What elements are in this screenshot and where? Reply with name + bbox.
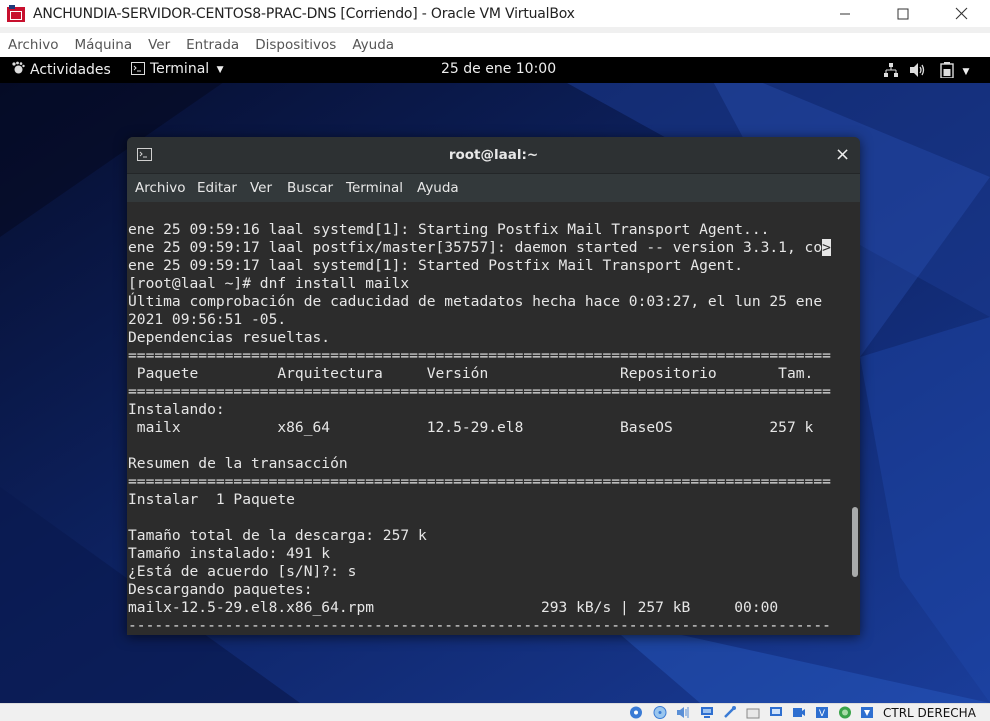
terminal-scrollbar-thumb[interactable] <box>852 507 858 577</box>
terminal-app-menu[interactable]: Terminal ▼ <box>131 61 224 77</box>
network-adapter-icon[interactable] <box>700 706 714 719</box>
virtualbox-app-icon <box>6 4 26 24</box>
terminal-line: ¿Está de acuerdo [s/N]?: s <box>128 563 357 580</box>
hard-disk-icon[interactable] <box>629 706 643 719</box>
terminal-line: mailx-12.5-29.el8.x86_64.rpm 293 kB/s | … <box>128 599 779 616</box>
vb-menu-archivo[interactable]: Archivo <box>8 37 58 53</box>
terminal-icon <box>131 62 145 75</box>
gnome-foot-icon <box>12 61 25 74</box>
terminal-line: Tamaño total de la descarga: 257 k <box>128 527 427 544</box>
virtualbox-statusbar: V CTRL DERECHA <box>0 703 990 721</box>
terminal-line: ========================================… <box>128 383 831 400</box>
terminal-line: Descargando paquetes: <box>128 581 313 598</box>
maximize-icon <box>897 8 909 19</box>
term-menu-ayuda[interactable]: Ayuda <box>417 180 459 196</box>
virtualbox-menubar: Archivo Máquina Ver Entrada Dispositivos… <box>0 33 990 57</box>
terminal-line: Paquete Arquitectura Versión Repositorio… <box>128 365 814 382</box>
app-menu-label: Terminal <box>150 61 210 77</box>
battery-icon <box>940 62 954 79</box>
optical-drive-icon[interactable] <box>653 706 667 719</box>
term-menu-buscar[interactable]: Buscar <box>287 180 333 196</box>
minimize-icon <box>840 13 850 14</box>
mouse-integration-icon[interactable] <box>838 706 852 719</box>
terminal-lines: ene 25 09:59:16 laal systemd[1]: Startin… <box>128 221 831 635</box>
close-button[interactable] <box>932 0 990 27</box>
term-menu-ver[interactable]: Ver <box>250 180 272 196</box>
terminal-title: root@laal:~ <box>448 147 539 163</box>
keyboard-capture-icon[interactable] <box>860 706 874 719</box>
usb-icon[interactable] <box>723 706 737 719</box>
video-capture-icon[interactable] <box>792 706 806 719</box>
vb-menu-ver[interactable]: Ver <box>148 37 170 53</box>
host-key-label: CTRL DERECHA <box>883 706 976 720</box>
terminal-line: Instalando: <box>128 401 225 418</box>
terminal-line: 2021 09:56:51 -05. <box>128 311 287 328</box>
virtualbox-titlebar: ANCHUNDIA-SERVIDOR-CENTOS8-PRAC-DNS [Cor… <box>0 0 990 27</box>
terminal-line: ene 25 09:59:17 laal postfix/master[3575… <box>128 239 831 256</box>
terminal-line: [root@laal ~]# dnf install mailx <box>128 275 410 292</box>
gnome-topbar: Actividades Terminal ▼ 25 de ene 10:00 ▼ <box>0 57 990 83</box>
terminal-line: ----------------------------------------… <box>128 617 831 634</box>
line-overflow-marker: > <box>822 239 831 256</box>
virtualization-icon[interactable]: V <box>815 706 829 719</box>
terminal-line: Última comprobación de caducidad de meta… <box>128 293 823 310</box>
terminal-line: ene 25 09:59:17 laal systemd[1]: Started… <box>128 257 744 274</box>
power-menu[interactable]: ▼ <box>940 62 969 82</box>
window-title: ANCHUNDIA-SERVIDOR-CENTOS8-PRAC-DNS [Cor… <box>33 5 575 22</box>
terminal-line: Instalar 1 Paquete <box>128 491 295 508</box>
shared-folder-icon[interactable] <box>746 706 760 719</box>
terminal-menubar: Archivo Editar Ver Buscar Terminal Ayuda <box>127 174 860 202</box>
activities-label: Actividades <box>30 62 111 78</box>
vb-menu-entrada[interactable]: Entrada <box>186 37 239 53</box>
vb-menu-maquina[interactable]: Máquina <box>74 37 132 53</box>
display-icon[interactable] <box>769 706 783 719</box>
terminal-output[interactable]: ene 25 09:59:16 laal systemd[1]: Startin… <box>127 202 860 635</box>
maximize-button[interactable] <box>874 0 932 27</box>
term-menu-terminal[interactable]: Terminal <box>346 180 403 196</box>
terminal-line: mailx x86_64 12.5-29.el8 BaseOS 257 k <box>128 419 814 436</box>
terminal-close-button[interactable]: × <box>835 144 850 165</box>
audio-icon[interactable] <box>676 706 690 719</box>
terminal-line: ene 25 09:59:16 laal systemd[1]: Startin… <box>128 221 770 238</box>
terminal-line: Tamaño instalado: 491 k <box>128 545 331 562</box>
term-menu-archivo[interactable]: Archivo <box>135 180 185 196</box>
terminal-line: ========================================… <box>128 473 831 490</box>
terminal-line: Resumen de la transacción <box>128 455 348 472</box>
term-menu-editar[interactable]: Editar <box>197 180 237 196</box>
vm-display[interactable]: Actividades Terminal ▼ 25 de ene 10:00 ▼… <box>0 57 990 703</box>
terminal-line: ========================================… <box>128 347 831 364</box>
close-icon <box>955 7 967 20</box>
network-icon[interactable] <box>883 62 899 82</box>
svg-text:V: V <box>819 709 826 719</box>
activities-button[interactable]: Actividades <box>11 61 111 78</box>
terminal-line: Dependencias resueltas. <box>128 329 331 346</box>
terminal-headerbar[interactable]: root@laal:~ × <box>127 137 860 174</box>
chevron-down-icon: ▼ <box>962 67 970 77</box>
vb-menu-dispositivos[interactable]: Dispositivos <box>255 37 336 53</box>
clock[interactable]: 25 de ene 10:00 <box>441 61 556 77</box>
terminal-window[interactable]: root@laal:~ × Archivo Editar Ver Buscar … <box>127 137 860 635</box>
chevron-down-icon: ▼ <box>216 65 224 75</box>
volume-icon[interactable] <box>909 62 927 82</box>
vb-menu-ayuda[interactable]: Ayuda <box>352 37 394 53</box>
minimize-button[interactable] <box>816 0 874 27</box>
